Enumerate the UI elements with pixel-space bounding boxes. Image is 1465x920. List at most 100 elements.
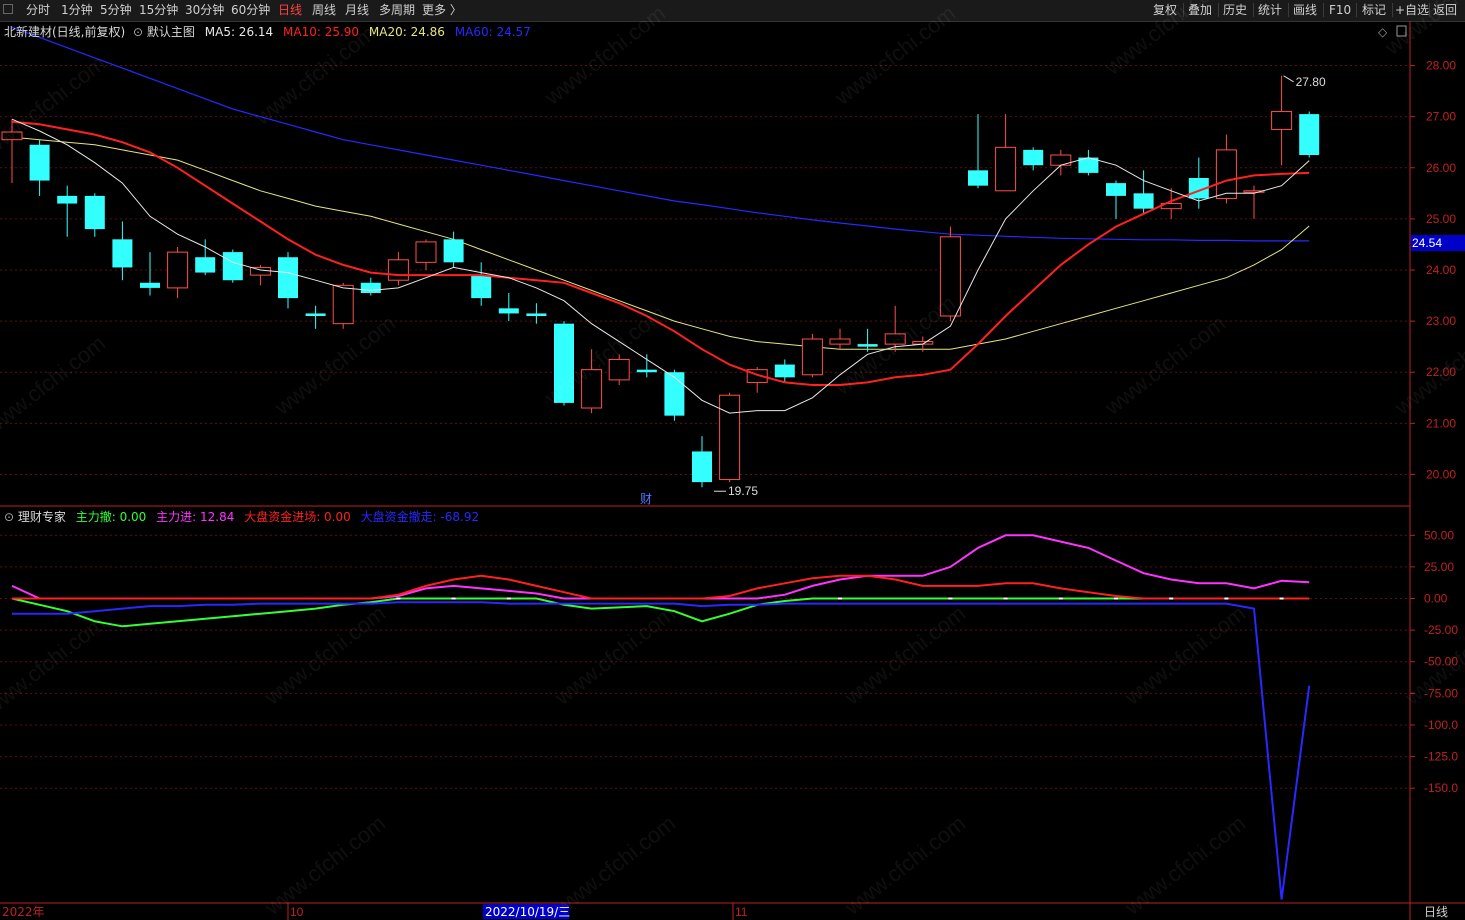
candle-body-down [112, 239, 133, 268]
signal-marker [948, 597, 953, 600]
candle-body-down [1023, 149, 1044, 166]
high-marker [1283, 75, 1294, 83]
candle-body-up [167, 251, 189, 289]
indicator-tick-label: 25.00 [1424, 560, 1454, 574]
kline-chart[interactable]: 20.00 21.00 22.00 23.00 24.00 25.00 26.00 27.00… [0, 0, 1465, 920]
candle-body-up [249, 266, 271, 276]
candle-body-down [664, 372, 685, 416]
candle-body-up [995, 146, 1017, 192]
price-tick-label: 28.00 [1426, 59, 1456, 73]
signal-marker [1224, 597, 1229, 600]
candle-body-up [1215, 149, 1237, 199]
ma10-line [11, 120, 1310, 386]
zlc-value: 主力撤: 0.00 [75, 510, 147, 524]
price-tick-label: 23.00 [1426, 314, 1456, 328]
candle-body-up [829, 338, 851, 345]
candle-body-down [968, 170, 988, 186]
candle-body-down [360, 282, 381, 293]
main-legend: 北新建材(日线,前复权) ⊙ 默认主图 MA5: 26.14 MA10: 25.… [4, 23, 531, 40]
candle-body-down [140, 282, 160, 288]
signal-marker [838, 597, 842, 600]
price-tick-label: 26.00 [1426, 161, 1456, 175]
price-tick-label: 21.00 [1426, 416, 1456, 430]
candle-body-down [554, 323, 574, 403]
dpc-line [12, 601, 1311, 900]
sub-legend: ⊙ 理财专家 主力撤: 0.00 主力进: 12.84 大盘资金进场: 0.00… [4, 508, 479, 525]
candle-body-down [692, 451, 712, 483]
ma60-line [11, 26, 1310, 242]
price-tick-label: 22.00 [1426, 365, 1456, 379]
indicator-tick-label: -50.00 [1424, 655, 1458, 669]
template-name[interactable]: 默认主图 [147, 25, 195, 39]
legend-toggle-icon[interactable]: ⊙ [133, 25, 143, 39]
candle-body-down [526, 313, 547, 316]
signal-marker [1279, 597, 1284, 600]
indicator-name[interactable]: 理财专家 [18, 510, 66, 524]
indicator-tick-label: 0.00 [1424, 592, 1448, 606]
candle-body-down [84, 195, 105, 230]
candle-body-down [29, 144, 50, 181]
candle-body-down [774, 364, 795, 378]
candle-body-down [498, 308, 519, 314]
diamond-icon: ◇ [1378, 25, 1388, 39]
indicator-tick-label: -75.00 [1424, 686, 1458, 700]
candle-body-down [443, 239, 464, 263]
candle-body-up [415, 241, 437, 263]
dpc-value: 大盘资金撤走: -68.92 [360, 510, 480, 524]
candle-body-down [222, 252, 243, 281]
candle-body-down [195, 257, 216, 273]
candle-body-up [387, 259, 409, 281]
candle-body-down [57, 195, 78, 204]
signal-marker [396, 597, 401, 600]
period-indicator: 日线 [1424, 905, 1448, 919]
signal-marker [1003, 597, 1008, 600]
dpj-line [12, 574, 1310, 600]
ma60-value: MA60: 24.57 [454, 25, 531, 39]
indicator-tick-label: -100.0 [1424, 718, 1458, 732]
price-tick-label: 27.00 [1426, 110, 1456, 124]
candle-body-up [581, 369, 603, 409]
candle-body-up [884, 333, 906, 345]
signal-marker [1169, 597, 1174, 600]
indicator-tick-label: -150.0 [1424, 781, 1458, 795]
ma10-value: MA10: 25.90 [283, 25, 360, 39]
candle-body-up [801, 338, 823, 376]
price-tick-label: 25.00 [1426, 212, 1456, 226]
stock-name[interactable]: 北新建材(日线,前复权) [4, 25, 125, 39]
panel-toggle-icon [1396, 25, 1407, 37]
signal-marker [506, 597, 511, 600]
candle-body-down [857, 344, 878, 347]
indicator-tick-label: -25.00 [1424, 623, 1458, 637]
candle-body-down [1133, 193, 1154, 209]
ma20-value: MA20: 24.86 [368, 25, 445, 39]
ma20-line [11, 136, 1310, 350]
candle-body-down [278, 257, 298, 299]
signal-marker [1058, 597, 1063, 600]
candle-body-up [1271, 111, 1293, 130]
candle-body-up [719, 394, 741, 481]
year-label: 2022年 [2, 905, 45, 919]
indicator-tick-label: -125.0 [1424, 750, 1458, 764]
candle-body-up [608, 358, 630, 381]
candle-body-down [471, 275, 492, 299]
cursor-date-label: 2022/10/19/三 [485, 905, 570, 919]
zlj-value: 主力进: 12.84 [156, 510, 235, 524]
low-price-label: 19.75 [728, 484, 758, 498]
current-price-label: 24.54 [1412, 236, 1442, 250]
ma5-value: MA5: 26.14 [204, 25, 274, 39]
signal-marker [1114, 597, 1118, 600]
sub-toggle-icon[interactable]: ⊙ [4, 510, 14, 524]
signal-marker [451, 597, 456, 600]
candle-body-up [1, 131, 23, 141]
price-tick-label: 20.00 [1426, 467, 1456, 481]
candle-body-up [939, 236, 961, 317]
news-marker: 财 [640, 492, 652, 506]
dpj-value: 大盘资金进场: 0.00 [244, 510, 351, 524]
candle-body-down [305, 313, 326, 316]
candle-body-down [1106, 183, 1126, 196]
high-price-label: 27.80 [1296, 75, 1326, 89]
candle-body-down [1299, 114, 1320, 155]
month-11-label: 11 [735, 905, 748, 919]
indicator-tick-label: 50.00 [1424, 528, 1454, 542]
candle-body-down [636, 369, 657, 373]
